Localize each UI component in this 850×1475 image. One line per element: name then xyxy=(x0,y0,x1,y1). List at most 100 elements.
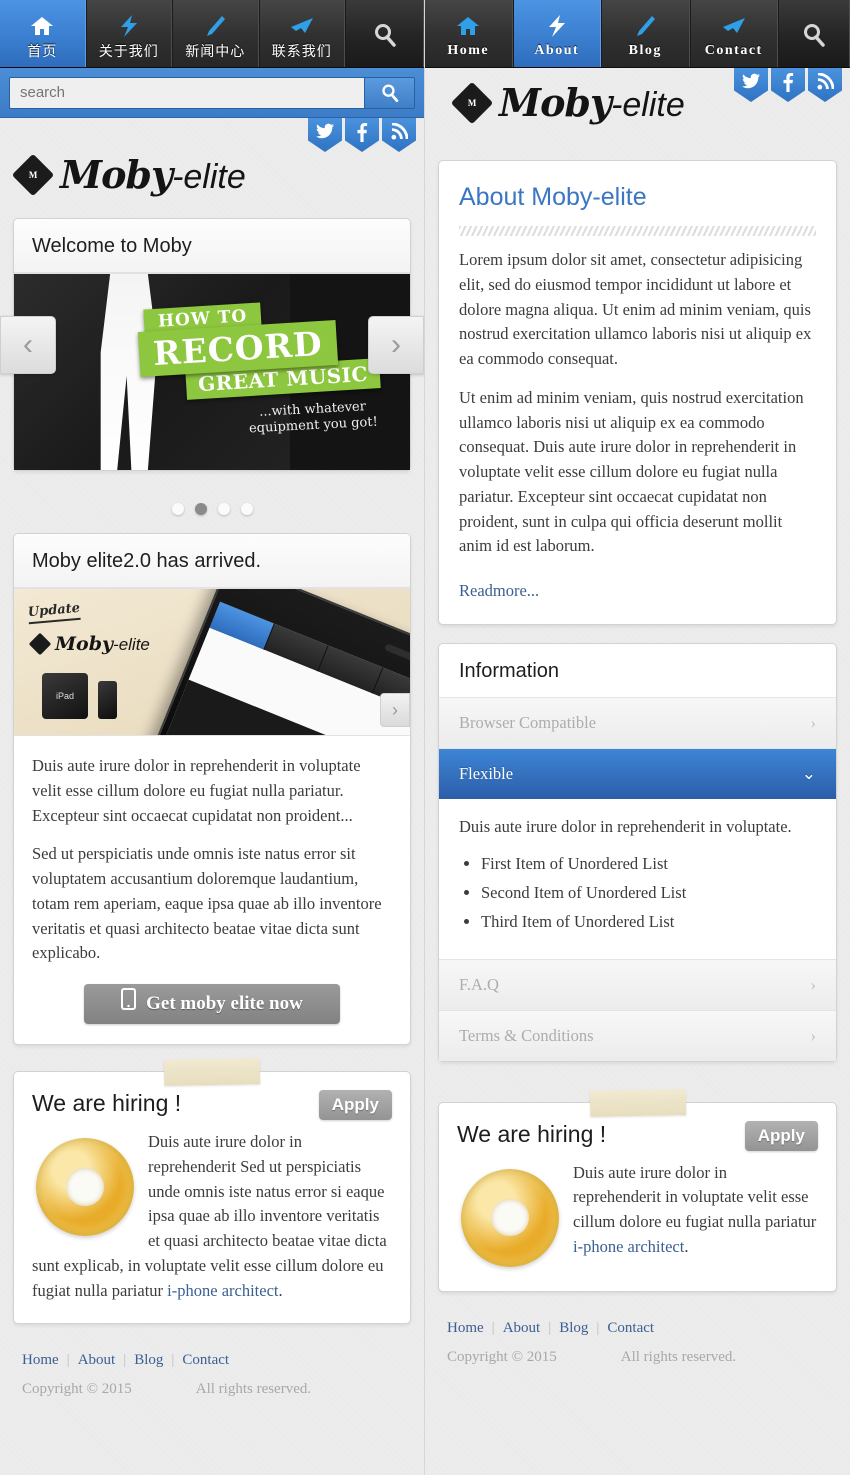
accordion-label: Terms & Conditions xyxy=(459,1025,594,1045)
accordion-item-flexible: Flexible ⌄ Duis aute irure dolor in repr… xyxy=(439,748,836,960)
pen-icon xyxy=(634,12,656,40)
logo-badge-icon: M xyxy=(450,81,494,125)
accordion-header[interactable]: F.A.Q › xyxy=(439,959,836,1010)
product-logo-text: Moby-elite xyxy=(55,633,150,655)
hiring-title: We are hiring ! xyxy=(32,1090,182,1116)
carousel-prev-button[interactable]: ‹ xyxy=(0,315,56,374)
nav-item-about-cn[interactable]: 关于我们 xyxy=(85,0,172,67)
information-accordion: Information Browser Compatible › Flexibl… xyxy=(438,642,837,1062)
search-submit-button[interactable] xyxy=(364,77,414,108)
logo-badge-letter: M xyxy=(28,170,38,180)
footer-left: Home | About | Blog | Contact Copyright © 2015… xyxy=(0,1342,424,1408)
hiring-title: We are hiring ! xyxy=(457,1120,607,1147)
footer-links: Home | About | Blog | Contact xyxy=(447,1319,655,1336)
hiring-text-end: . xyxy=(278,1280,283,1300)
twitter-icon[interactable] xyxy=(308,118,342,152)
search-input[interactable] xyxy=(10,77,364,108)
facebook-icon[interactable] xyxy=(345,118,379,152)
accordion-header[interactable]: Browser Compatible › xyxy=(439,697,836,748)
footer-link-blog[interactable]: Blog xyxy=(134,1352,163,1368)
footer-link-contact[interactable]: Contact xyxy=(607,1320,654,1336)
accordion-item-browser-compatible: Browser Compatible › xyxy=(439,697,836,749)
donut-image xyxy=(461,1168,559,1267)
logo-name: Moby xyxy=(60,152,173,197)
product-next-button[interactable]: › xyxy=(380,693,410,727)
logo-text: Moby-elite xyxy=(60,156,246,196)
carousel-slide: How to Record Great Music ...with whatev… xyxy=(14,273,410,470)
facebook-icon[interactable] xyxy=(771,68,805,102)
about-title: About Moby-elite xyxy=(459,183,647,211)
footer-link-home[interactable]: Home xyxy=(447,1320,484,1336)
product-image-logo: Moby-elite xyxy=(28,632,150,656)
carousel-dot-active[interactable] xyxy=(194,503,207,515)
about-widget: About Moby-elite Lorem ipsum dolor sit a… xyxy=(438,160,837,625)
about-body: Lorem ipsum dolor sit amet, consectetur … xyxy=(439,242,836,624)
nav-label: 联系我们 xyxy=(271,42,332,59)
footer-link-about[interactable]: About xyxy=(78,1352,116,1368)
nav-item-blog[interactable]: Blog xyxy=(601,0,690,67)
phone-screen xyxy=(157,601,410,735)
apply-button[interactable]: Apply xyxy=(318,1090,392,1120)
nav-item-home[interactable]: Home xyxy=(425,0,513,67)
footer-link-contact[interactable]: Contact xyxy=(182,1352,229,1368)
nav-item-about[interactable]: About xyxy=(512,0,601,67)
lightning-icon xyxy=(118,12,140,40)
logo-suffix: -elite xyxy=(172,158,246,196)
search-icon xyxy=(381,84,398,102)
carousel-next-button[interactable]: › xyxy=(368,315,424,374)
search-icon xyxy=(801,22,827,48)
twitter-icon[interactable] xyxy=(734,68,768,102)
footer-link-about[interactable]: About xyxy=(503,1320,541,1336)
footer-link-home[interactable]: Home xyxy=(22,1352,59,1368)
product-title: Moby elite2.0 has arrived. xyxy=(14,534,410,588)
hiring-link[interactable]: i-phone architect xyxy=(573,1237,684,1256)
mobile-preview-left: 首页 关于我们 新闻中心 联系我们 search M Moby-elite We… xyxy=(0,0,425,1475)
footer-copyright: Copyright © 2015 xyxy=(22,1381,132,1398)
site-header-right: M Moby-elite xyxy=(425,68,850,160)
footer-copyright: Copyright © 2015 xyxy=(447,1348,557,1365)
tape-decoration xyxy=(163,1058,261,1086)
product-iphone-thumb xyxy=(98,681,117,719)
mobile-icon xyxy=(121,988,137,1020)
nav-label: 关于我们 xyxy=(98,42,159,59)
hatched-divider xyxy=(459,226,816,236)
nav-item-contact[interactable]: Contact xyxy=(689,0,778,67)
donut-image xyxy=(36,1138,134,1236)
accordion-item-terms: Terms & Conditions › xyxy=(439,1010,836,1061)
product-phone-render xyxy=(149,589,410,735)
apply-button[interactable]: Apply xyxy=(744,1120,818,1151)
rss-icon[interactable] xyxy=(382,118,416,152)
tape-decoration xyxy=(589,1088,686,1117)
accordion-label: F.A.Q xyxy=(459,974,499,994)
carousel-dot[interactable] xyxy=(171,503,184,515)
accordion-header[interactable]: Terms & Conditions › xyxy=(439,1010,836,1061)
footer-link-blog[interactable]: Blog xyxy=(559,1320,588,1336)
carousel-dot[interactable] xyxy=(217,503,230,515)
list-item: Third Item of Unordered List xyxy=(481,912,816,932)
get-moby-elite-button[interactable]: Get moby elite now xyxy=(84,984,340,1024)
nav-item-search-left[interactable] xyxy=(345,0,424,67)
hiring-text-end: . xyxy=(684,1236,689,1256)
nav-item-contact-cn[interactable]: 联系我们 xyxy=(258,0,345,67)
logo-badge-icon: M xyxy=(11,153,55,197)
accordion-header[interactable]: Flexible ⌄ xyxy=(439,748,836,799)
nav-item-blog-cn[interactable]: 新闻中心 xyxy=(172,0,259,67)
information-title: Information xyxy=(439,643,836,698)
social-links-left xyxy=(308,118,416,152)
chevron-right-icon: › xyxy=(810,1025,816,1045)
hiring-link[interactable]: i-phone architect xyxy=(167,1281,278,1300)
nav-item-home-cn[interactable]: 首页 xyxy=(0,0,86,67)
home-icon xyxy=(30,12,54,40)
site-logo-left[interactable]: M Moby-elite xyxy=(11,153,410,197)
logo-name: Moby xyxy=(499,80,612,125)
welcome-carousel-widget: Welcome to Moby How to Record Great Musi… xyxy=(0,218,424,471)
product-image: Update Moby-elite iPad › xyxy=(14,588,410,736)
nav-item-search-right[interactable] xyxy=(778,0,850,67)
social-links-right xyxy=(734,68,842,102)
hiring-body: Duis aute irure dolor in reprehenderit S… xyxy=(14,1124,410,1323)
footer-rights: All rights reserved. xyxy=(195,1381,312,1398)
readmore-link[interactable]: Readmore... xyxy=(459,581,539,600)
carousel-dot[interactable] xyxy=(240,503,253,515)
rss-icon[interactable] xyxy=(808,68,842,102)
search-bar xyxy=(0,68,424,118)
